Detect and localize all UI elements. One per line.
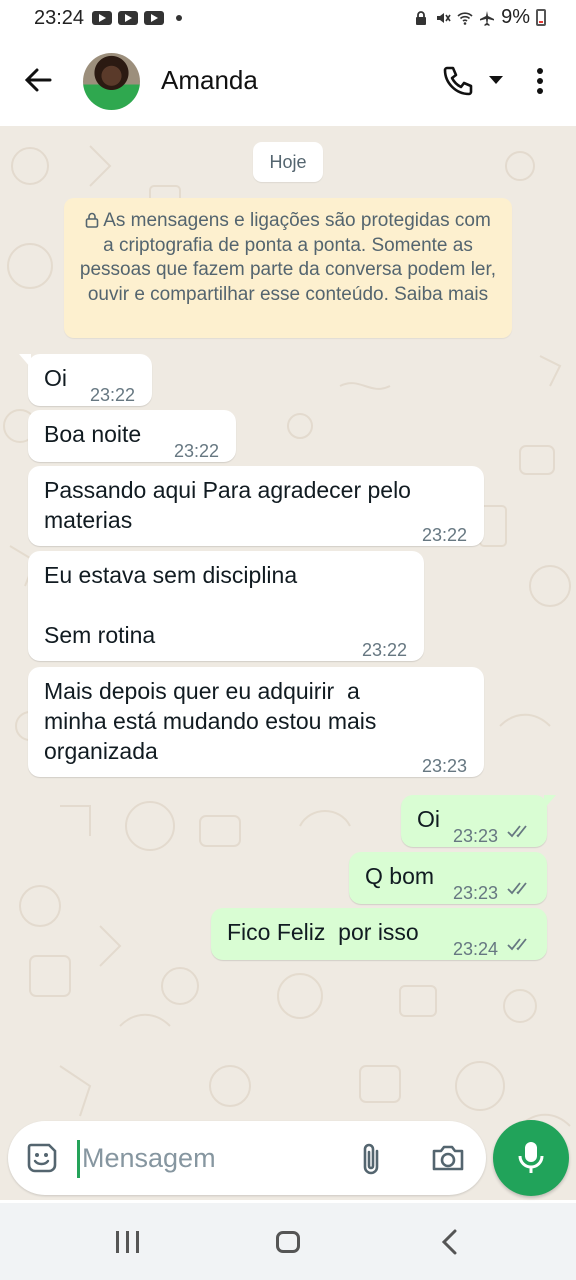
back-icon[interactable] [440, 1229, 460, 1255]
encryption-notice-text: As mensagens e ligações são protegidas c… [79, 210, 497, 305]
message-text: Fico Feliz por isso [227, 919, 419, 945]
phone-icon[interactable] [441, 64, 475, 98]
status-time: 23:24 [34, 7, 85, 29]
chevron-down-icon[interactable] [489, 76, 503, 84]
message-bubble-outgoing[interactable]: Oi 23:23 [401, 795, 556, 847]
notification-dot-icon [176, 15, 182, 21]
message-text: Eu estava sem disciplina Sem rotina [44, 562, 298, 648]
message-time: 23:22 [90, 385, 136, 405]
system-nav-bar [0, 1203, 576, 1280]
battery-icon [536, 9, 546, 26]
message-text: Oi [44, 365, 67, 391]
lock-icon [416, 10, 427, 25]
message-time: 23:24 [453, 939, 499, 959]
attach-icon[interactable] [358, 1141, 384, 1177]
airplane-icon [480, 10, 495, 26]
lock-icon [85, 212, 99, 228]
message-text: Passando aqui Para agradecer pelo materi… [44, 477, 411, 533]
chat-header: Amanda [0, 36, 576, 126]
double-check-icon [507, 825, 527, 838]
recents-icon[interactable] [116, 1231, 142, 1253]
status-icons: 9% [413, 6, 546, 29]
message-bubble-incoming[interactable]: Passando aqui Para agradecer pelo materi… [28, 466, 484, 546]
message-time: 23:23 [422, 756, 468, 776]
encryption-notice[interactable]: As mensagens e ligações são protegidas c… [64, 198, 512, 338]
message-text: Mais depois quer eu adquirir a minha est… [44, 678, 377, 764]
mic-button[interactable] [493, 1120, 569, 1196]
message-bubble-outgoing[interactable]: Q bom 23:23 [349, 852, 547, 904]
message-input[interactable] [82, 1137, 342, 1179]
youtube-icon [118, 11, 138, 25]
avatar[interactable] [83, 53, 140, 110]
message-time: 23:22 [422, 525, 468, 545]
youtube-icon [92, 11, 112, 25]
chat-area[interactable]: Hoje As mensagens e ligações são protegi… [0, 126, 576, 1200]
double-check-icon [507, 938, 527, 951]
message-bubble-outgoing[interactable]: Fico Feliz por isso 23:24 [211, 908, 547, 960]
message-bubble-incoming[interactable]: Boa noite 23:22 [28, 410, 236, 462]
back-arrow-icon[interactable] [22, 64, 54, 96]
mute-icon [437, 12, 451, 23]
message-bubble-incoming[interactable]: Mais depois quer eu adquirir a minha est… [28, 667, 484, 777]
message-time: 23:23 [453, 883, 499, 903]
sticker-icon[interactable] [25, 1141, 59, 1175]
message-time: 23:23 [453, 826, 499, 846]
text-cursor [77, 1140, 80, 1178]
wifi-icon [457, 11, 473, 25]
camera-icon[interactable] [430, 1141, 466, 1175]
composer-bar [8, 1121, 486, 1195]
contact-name[interactable]: Amanda [161, 65, 258, 96]
status-bar: 23:24 9% [0, 0, 576, 36]
message-bubble-incoming[interactable]: Oi 23:22 [19, 354, 152, 406]
message-time: 23:22 [174, 441, 220, 461]
more-vert-icon[interactable] [530, 66, 550, 96]
youtube-icon [144, 11, 164, 25]
home-icon[interactable] [276, 1231, 300, 1253]
message-text: Q bom [365, 863, 435, 889]
message-text: Oi [417, 806, 440, 832]
message-text: Boa noite [44, 421, 142, 447]
message-time: 23:22 [362, 640, 408, 660]
mic-icon [518, 1142, 544, 1173]
date-chip: Hoje [253, 142, 323, 182]
message-bubble-incoming[interactable]: Eu estava sem disciplina Sem rotina 23:2… [28, 551, 424, 661]
double-check-icon [507, 882, 527, 895]
battery-text: 9% [501, 6, 530, 28]
